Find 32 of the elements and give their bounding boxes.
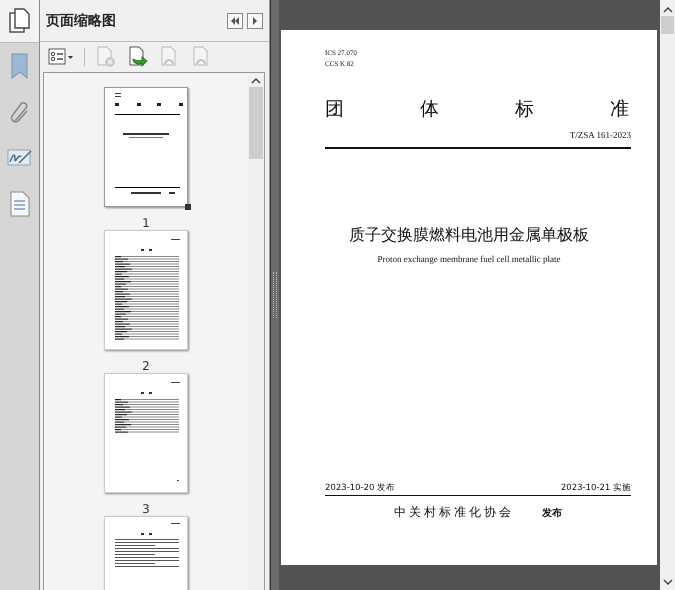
scroll-down-icon[interactable] [662,578,672,586]
expand-button[interactable] [247,12,263,28]
document-subtitle: Proton exchange membrane fuel cell metallic plate [376,254,562,264]
page-number: 1 [142,216,150,230]
document-icon[interactable] [10,191,30,217]
publisher-name: 中关村标准化协会 [394,504,514,521]
page-thumbnail[interactable] [105,88,187,206]
scroll-up-icon[interactable] [251,77,261,85]
heading-character: 准 [610,98,629,122]
collapse-button[interactable] [227,12,243,28]
splitter-grip[interactable] [273,272,277,318]
heading-character: 团 [325,98,344,122]
insert-page-icon[interactable] [127,46,149,68]
scroll-up-icon[interactable] [662,6,672,14]
scrollbar-thumb[interactable] [249,87,263,159]
options-icon[interactable] [48,47,74,67]
heading-character: 标 [515,98,534,122]
publisher-suffix: 发布 [542,506,562,520]
page-thumbnail[interactable] [105,231,187,349]
scrollbar-thumb[interactable] [661,16,674,34]
pages-icon[interactable] [8,8,30,34]
page-number: 2 [142,359,150,373]
page-number: 3 [142,502,150,516]
panel-title: 页面缩略图 [46,12,117,30]
effective-date: 2023-10-21 实施 [560,482,631,494]
publish-date: 2023-10-20 发布 [325,482,396,494]
paperclip-icon[interactable] [8,101,30,125]
document-title: 质子交换膜燃料电池用金属单极板 [348,224,590,246]
standard-number: T/ZSA 161-2023 [568,130,631,140]
resize-handle[interactable] [185,204,191,210]
heading-character: 体 [420,98,439,122]
page-thumbnail[interactable] [105,374,187,492]
